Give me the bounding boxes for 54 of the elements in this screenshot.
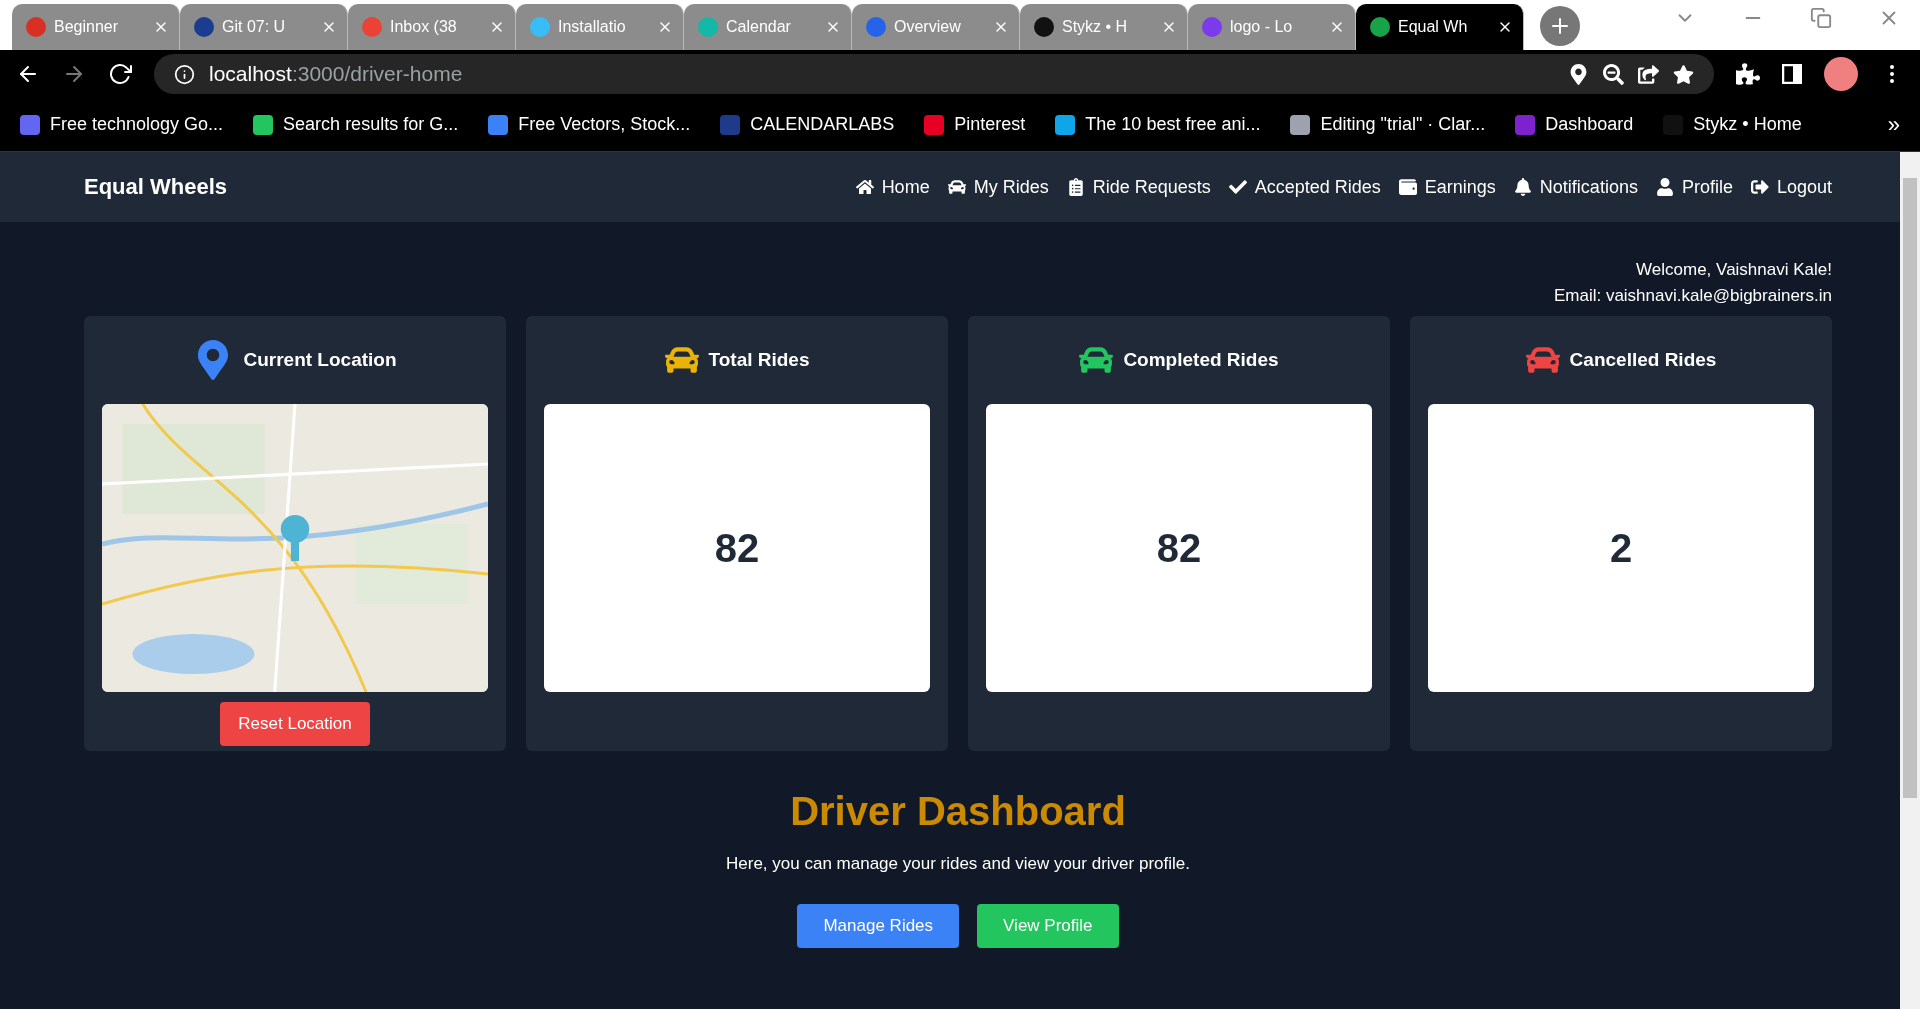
nav-link[interactable]: Home	[855, 176, 930, 198]
stat-value: 82	[1156, 525, 1202, 571]
share-icon[interactable]	[1638, 63, 1659, 85]
wallet-icon	[1398, 178, 1417, 196]
bookmark-link[interactable]: Pinterest	[954, 114, 1026, 135]
logout-icon	[1750, 178, 1769, 196]
bookmark-link[interactable]: Stykz • Home	[1693, 114, 1802, 135]
puzzle-icon[interactable]	[1736, 62, 1760, 86]
browser-tab[interactable]: Equal Wh	[1356, 4, 1524, 50]
nav-link[interactable]: Ride Requests	[1066, 176, 1211, 198]
side-panel-icon[interactable]	[1782, 64, 1802, 84]
email-text: Email: vaishnavi.kale@bigbrainers.in	[1553, 286, 1832, 306]
nav-link[interactable]: Notifications	[1513, 176, 1638, 198]
manage-rides-button[interactable]: Manage Rides	[797, 904, 960, 948]
bookmark-link[interactable]: CALENDARLABS	[750, 114, 895, 135]
zoom-out-icon[interactable]	[1603, 63, 1624, 85]
card-title: Current Location	[243, 349, 397, 371]
nav-link[interactable]: Logout	[1750, 176, 1832, 198]
nav-link[interactable]: Earnings	[1398, 176, 1496, 198]
bookmark-link[interactable]: Search results for G...	[283, 114, 459, 135]
address-field[interactable]: localhost:3000/driver-home	[154, 54, 1714, 94]
brand-name: Equal Wheels	[84, 174, 228, 200]
page-heading: Driver Dashboard	[789, 789, 1127, 834]
user-icon	[1655, 178, 1674, 196]
nav-link[interactable]: Accepted Rides	[1228, 176, 1381, 198]
card-title: Cancelled Rides	[1569, 349, 1717, 371]
profile-avatar[interactable]	[1824, 57, 1858, 91]
card-title: Total Rides	[708, 349, 810, 371]
stat-value: 2	[1609, 525, 1633, 571]
bookmark-link[interactable]: Free Vectors, Stock...	[518, 114, 691, 135]
welcome-text: Welcome, Vaishnavi Kale!	[1636, 260, 1832, 280]
location-pin-icon[interactable]	[1568, 63, 1589, 85]
scrollbar[interactable]	[1900, 152, 1920, 1009]
reload-icon[interactable]	[108, 62, 132, 86]
car-icon	[947, 178, 966, 196]
info-icon[interactable]	[174, 63, 195, 85]
card-title: Completed Rides	[1123, 349, 1279, 371]
bookmark-link[interactable]: Free technology Go...	[50, 114, 224, 135]
nav-link[interactable]: Profile	[1655, 176, 1733, 198]
star-icon[interactable]	[1673, 63, 1694, 85]
restore-icon[interactable]	[1810, 7, 1832, 29]
check-icon	[1228, 178, 1247, 196]
home-icon	[855, 178, 874, 196]
nav-link[interactable]: My Rides	[947, 176, 1049, 198]
intro-text: Here, you can manage your rides and view your driver profile.	[725, 854, 1191, 874]
bookmark-link[interactable]: Editing "trial" · Clar...	[1320, 114, 1486, 135]
stat-value: 82	[714, 525, 760, 571]
bookmark-link[interactable]: Dashboard	[1545, 114, 1634, 135]
reset-location-button[interactable]: Reset Location	[220, 702, 370, 746]
bookmark-link[interactable]: The 10 best free ani...	[1085, 114, 1261, 135]
bell-icon	[1513, 178, 1532, 196]
more-bookmarks-button[interactable]: »	[1887, 111, 1900, 138]
clipboard-icon	[1066, 178, 1085, 196]
new-tab-button[interactable]	[1540, 6, 1580, 46]
